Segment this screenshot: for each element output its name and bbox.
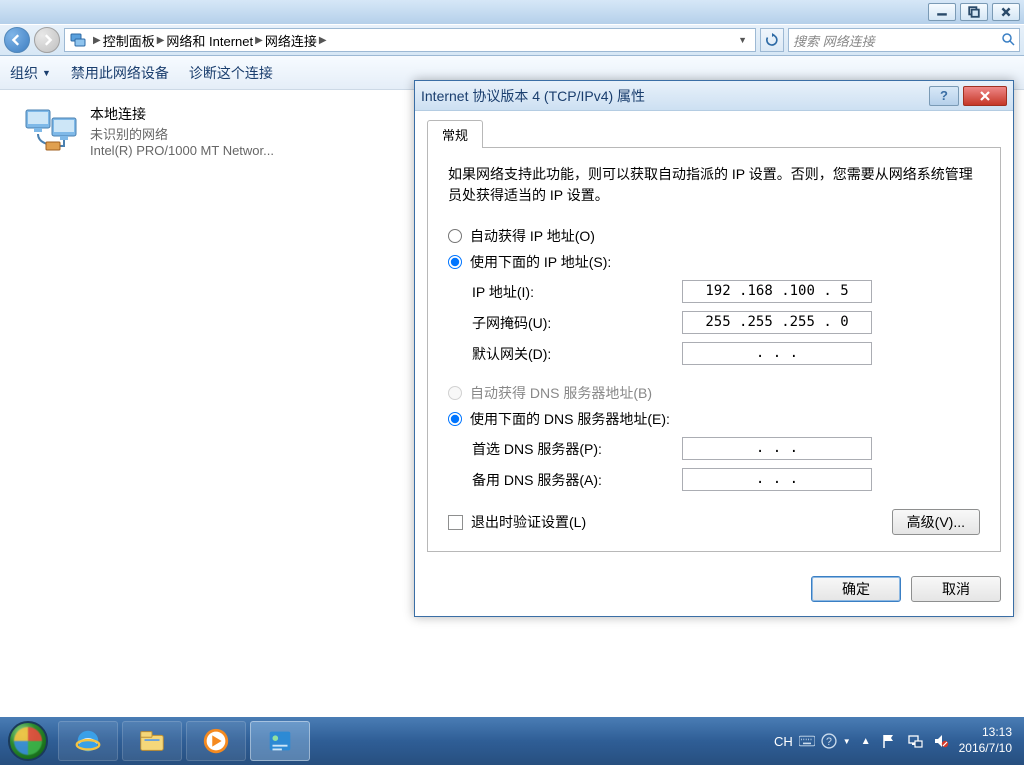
- dialog-title: Internet 协议版本 4 (TCP/IPv4) 属性: [421, 86, 645, 106]
- start-button[interactable]: [0, 717, 56, 765]
- label-ip-address: IP 地址(I):: [472, 282, 682, 302]
- network-connection-item[interactable]: 本地连接 未识别的网络 Intel(R) PRO/1000 MT Networ.…: [20, 100, 390, 162]
- chevron-right-icon: ▶: [319, 35, 327, 46]
- taskbar-clock[interactable]: 13:13 2016/7/10: [959, 725, 1012, 756]
- taskbar-ie-button[interactable]: [58, 721, 118, 761]
- chevron-down-icon: ▼: [42, 68, 51, 78]
- volume-icon[interactable]: [933, 733, 949, 749]
- input-preferred-dns[interactable]: . . .: [682, 437, 872, 460]
- taskbar-active-app-button[interactable]: [250, 721, 310, 761]
- taskbar: CH ? ▼ ▲ 13:13 2016/7/10: [0, 717, 1024, 765]
- chevron-right-icon: ▶: [157, 35, 165, 46]
- close-button[interactable]: [992, 3, 1020, 21]
- description-text: 如果网络支持此功能，则可以获取自动指派的 IP 设置。否则，您需要从网络系统管理…: [448, 164, 980, 206]
- input-ip-address[interactable]: 192 .168 .100 . 5: [682, 280, 872, 303]
- window-titlebar: [0, 0, 1024, 24]
- clock-date: 2016/7/10: [959, 741, 1012, 757]
- search-icon[interactable]: [1001, 32, 1015, 49]
- dialog-close-button[interactable]: [963, 86, 1007, 106]
- system-tray: CH ? ▼ ▲ 13:13 2016/7/10: [774, 725, 1024, 756]
- flag-icon[interactable]: [881, 733, 897, 749]
- radio-manual-dns[interactable]: 使用下面的 DNS 服务器地址(E):: [448, 409, 980, 429]
- help-button[interactable]: ?: [929, 86, 959, 106]
- tab-strip: 常规: [427, 119, 1001, 148]
- network-folder-icon: [69, 31, 87, 49]
- diagnose-button[interactable]: 诊断这个连接: [189, 63, 273, 83]
- tab-general[interactable]: 常规: [427, 120, 483, 148]
- chevron-right-icon: ▶: [255, 35, 263, 46]
- label-default-gateway: 默认网关(D):: [472, 344, 682, 364]
- keyboard-icon: [799, 733, 815, 749]
- tray-chevron-up-icon[interactable]: ▲: [861, 736, 871, 747]
- input-alternate-dns[interactable]: . . .: [682, 468, 872, 491]
- dialog-titlebar[interactable]: Internet 协议版本 4 (TCP/IPv4) 属性 ?: [415, 81, 1013, 111]
- connection-adapter: Intel(R) PRO/1000 MT Networ...: [90, 143, 274, 158]
- taskbar-explorer-button[interactable]: [122, 721, 182, 761]
- dropdown-icon[interactable]: ▼: [843, 737, 851, 746]
- address-bar: ▶ 控制面板 ▶ 网络和 Internet ▶ 网络连接 ▶ ▼ 搜索 网络连接: [0, 24, 1024, 56]
- checkbox-validate-on-exit[interactable]: [448, 515, 463, 530]
- svg-text:?: ?: [826, 736, 832, 748]
- search-input[interactable]: 搜索 网络连接: [788, 28, 1020, 52]
- disable-device-button[interactable]: 禁用此网络设备: [71, 63, 169, 83]
- connection-name: 本地连接: [90, 104, 274, 124]
- breadcrumb-item[interactable]: 网络连接: [265, 31, 317, 50]
- label-alternate-dns: 备用 DNS 服务器(A):: [472, 470, 682, 490]
- ime-help-icon[interactable]: ?: [821, 733, 837, 749]
- label-subnet-mask: 子网掩码(U):: [472, 313, 682, 333]
- dialog-footer: 确定 取消: [415, 564, 1013, 616]
- content-pane: 本地连接 未识别的网络 Intel(R) PRO/1000 MT Networ.…: [0, 90, 1024, 717]
- maximize-button[interactable]: [960, 3, 988, 21]
- refresh-button[interactable]: [760, 28, 784, 52]
- connection-status: 未识别的网络: [90, 124, 274, 143]
- minimize-button[interactable]: [928, 3, 956, 21]
- radio-manual-ip-input[interactable]: [448, 255, 462, 269]
- ipv4-properties-dialog: Internet 协议版本 4 (TCP/IPv4) 属性 ? 常规 如果网络支…: [414, 80, 1014, 617]
- breadcrumb[interactable]: ▶ 控制面板 ▶ 网络和 Internet ▶ 网络连接 ▶ ▼: [64, 28, 756, 52]
- radio-auto-dns-input: [448, 386, 462, 400]
- search-placeholder: 搜索 网络连接: [793, 31, 875, 50]
- taskbar-media-player-button[interactable]: [186, 721, 246, 761]
- chevron-right-icon: ▶: [93, 35, 101, 46]
- network-adapter-icon: [24, 104, 80, 152]
- forward-button[interactable]: [34, 27, 60, 53]
- advanced-button[interactable]: 高级(V)...: [892, 509, 980, 535]
- organize-menu[interactable]: 组织 ▼: [10, 63, 51, 83]
- input-subnet-mask[interactable]: 255 .255 .255 . 0: [682, 311, 872, 334]
- network-tray-icon[interactable]: [907, 733, 923, 749]
- cancel-button[interactable]: 取消: [911, 576, 1001, 602]
- organize-label: 组织: [10, 63, 38, 83]
- radio-manual-dns-input[interactable]: [448, 412, 462, 426]
- radio-manual-ip[interactable]: 使用下面的 IP 地址(S):: [448, 252, 980, 272]
- back-button[interactable]: [4, 27, 30, 53]
- breadcrumb-dropdown-icon[interactable]: ▼: [738, 35, 747, 45]
- radio-auto-dns: 自动获得 DNS 服务器地址(B): [448, 383, 980, 403]
- label-validate-on-exit: 退出时验证设置(L): [471, 512, 586, 532]
- windows-logo-icon: [8, 721, 48, 761]
- radio-auto-ip-input[interactable]: [448, 229, 462, 243]
- ime-indicator[interactable]: CH ? ▼: [774, 733, 851, 749]
- label-preferred-dns: 首选 DNS 服务器(P):: [472, 439, 682, 459]
- clock-time: 13:13: [959, 725, 1012, 741]
- breadcrumb-item[interactable]: 网络和 Internet: [166, 31, 253, 50]
- breadcrumb-item[interactable]: 控制面板: [103, 31, 155, 50]
- input-default-gateway[interactable]: . . .: [682, 342, 872, 365]
- radio-auto-ip[interactable]: 自动获得 IP 地址(O): [448, 226, 980, 246]
- ok-button[interactable]: 确定: [811, 576, 901, 602]
